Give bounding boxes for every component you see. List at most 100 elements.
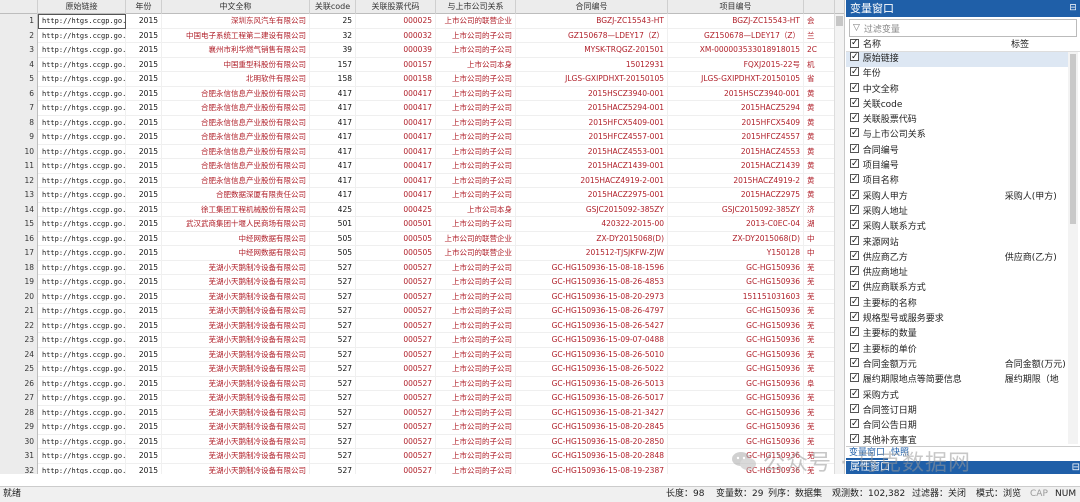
cell-name[interactable]: 芜湖小天鹅制冷设备有限公司: [162, 347, 310, 362]
cell-code[interactable]: 527: [310, 304, 356, 319]
cell-stock[interactable]: 000425: [356, 202, 436, 217]
cell-year[interactable]: 2015: [126, 130, 162, 145]
table-row[interactable]: 11 http://htgs.ccgp.go... 2015 合肥永信信息产业股份有限…: [0, 159, 844, 174]
cell-project[interactable]: GC-HG150936: [668, 304, 804, 319]
cell-url[interactable]: http://htgs.ccgp.go...: [38, 362, 126, 377]
variable-checkbox[interactable]: [850, 81, 859, 96]
cell-url[interactable]: http://htgs.ccgp.go...: [38, 391, 126, 406]
cell-name[interactable]: 芜湖小天鹅制冷设备有限公司: [162, 463, 310, 474]
data-grid[interactable]: 原始链接 年份 中文全称 关联code 关联股票代码 与上市公司关系 合同编号 …: [0, 0, 845, 474]
cell-stock[interactable]: 000527: [356, 318, 436, 333]
cell-code[interactable]: 157: [310, 57, 356, 72]
cell-contract[interactable]: GC-HG150936-15-08-26-4853: [516, 275, 668, 290]
table-row[interactable]: 16 http://htgs.ccgp.go... 2015 中经网数据有限公司 505…: [0, 231, 844, 246]
cell-year[interactable]: 2015: [126, 28, 162, 43]
variable-checkbox[interactable]: [850, 203, 859, 218]
cell-contract[interactable]: GC-HG150936-15-08-18-1596: [516, 260, 668, 275]
cell-stock[interactable]: 000417: [356, 173, 436, 188]
cell-extra[interactable]: 黄: [804, 144, 835, 159]
cell-relation[interactable]: 上市公司本身: [436, 57, 516, 72]
cell-extra[interactable]: 黄: [804, 173, 835, 188]
grid-scroll-thumb[interactable]: [836, 16, 843, 26]
variable-checkbox[interactable]: [850, 387, 859, 402]
cell-stock[interactable]: 000527: [356, 362, 436, 377]
variable-checkbox[interactable]: [850, 65, 859, 80]
cell-stock[interactable]: 000158: [356, 72, 436, 87]
cell-relation[interactable]: 上市公司的联营企业: [436, 231, 516, 246]
cell-name[interactable]: 中经网数据有限公司: [162, 246, 310, 261]
cell-year[interactable]: 2015: [126, 434, 162, 449]
variable-item[interactable]: 中文全称: [846, 81, 1068, 98]
cell-extra[interactable]: 芜: [804, 260, 835, 275]
cell-year[interactable]: 2015: [126, 304, 162, 319]
cell-project[interactable]: GC-HG150936: [668, 376, 804, 391]
cell-contract[interactable]: 2015HACZ2975-001: [516, 188, 668, 203]
cell-name[interactable]: 中国电子系统工程第二建设有限公司: [162, 28, 310, 43]
cell-relation[interactable]: 上市公司的子公司: [436, 463, 516, 474]
variable-scroll-thumb[interactable]: [1070, 54, 1076, 224]
table-row[interactable]: 17 http://htgs.ccgp.go... 2015 中经网数据有限公司 505…: [0, 246, 844, 261]
cell-relation[interactable]: 上市公司的子公司: [436, 72, 516, 87]
cell-url[interactable]: http://htgs.ccgp.go...: [38, 28, 126, 43]
variable-item[interactable]: 原始链接: [846, 52, 1068, 68]
cell-extra[interactable]: 机: [804, 57, 835, 72]
cell-contract[interactable]: 201512-TJSJKFW-ZJW: [516, 246, 668, 261]
cell-stock[interactable]: 000527: [356, 304, 436, 319]
cell-stock[interactable]: 000505: [356, 246, 436, 261]
cell-extra[interactable]: 黄: [804, 115, 835, 130]
cell-url[interactable]: http://htgs.ccgp.go...: [38, 289, 126, 304]
cell-extra[interactable]: 芜: [804, 289, 835, 304]
pin-icon[interactable]: ⊟: [1066, 0, 1080, 17]
cell-year[interactable]: 2015: [126, 260, 162, 275]
table-row[interactable]: 7 http://htgs.ccgp.go... 2015 合肥永信信息产业股份有限公…: [0, 101, 844, 116]
cell-contract[interactable]: GC-HG150936-15-08-21-3427: [516, 405, 668, 420]
cell-name[interactable]: 芜湖小天鹅制冷设备有限公司: [162, 376, 310, 391]
cell-extra[interactable]: 芜: [804, 347, 835, 362]
cell-code[interactable]: 505: [310, 231, 356, 246]
cell-code[interactable]: 39: [310, 43, 356, 58]
cell-name[interactable]: 芜湖小天鹅制冷设备有限公司: [162, 318, 310, 333]
cell-code[interactable]: 417: [310, 101, 356, 116]
variable-checkbox[interactable]: [850, 188, 859, 203]
table-row[interactable]: 23 http://htgs.ccgp.go... 2015 芜湖小天鹅制冷设备有限公…: [0, 333, 844, 348]
cell-extra[interactable]: 芜: [804, 420, 835, 435]
variable-checkbox[interactable]: [850, 172, 859, 187]
cell-contract[interactable]: GC-HG150936-15-09-07-0488: [516, 333, 668, 348]
cell-project[interactable]: GC-HG150936: [668, 318, 804, 333]
cell-url[interactable]: http://htgs.ccgp.go...: [38, 347, 126, 362]
cell-name[interactable]: 合肥永信信息产业股份有限公司: [162, 144, 310, 159]
table-row[interactable]: 21 http://htgs.ccgp.go... 2015 芜湖小天鹅制冷设备有限公…: [0, 304, 844, 319]
cell-relation[interactable]: 上市公司的子公司: [436, 86, 516, 101]
cell-stock[interactable]: 000527: [356, 420, 436, 435]
cell-project[interactable]: 151151031603: [668, 289, 804, 304]
cell-extra[interactable]: 济: [804, 202, 835, 217]
table-row[interactable]: 2 http://htgs.ccgp.go... 2015 中国电子系统工程第二建设有…: [0, 28, 844, 43]
table-row[interactable]: 14 http://htgs.ccgp.go... 2015 徐工集团工程机械股份有限…: [0, 202, 844, 217]
variable-item[interactable]: 采购人地址: [846, 203, 1068, 220]
table-row[interactable]: 24 http://htgs.ccgp.go... 2015 芜湖小天鹅制冷设备有限公…: [0, 347, 844, 362]
variable-item[interactable]: 项目名称: [846, 172, 1068, 189]
cell-year[interactable]: 2015: [126, 449, 162, 464]
cell-relation[interactable]: 上市公司的子公司: [436, 130, 516, 145]
col-header-year[interactable]: 年份: [126, 0, 162, 14]
variable-checkbox[interactable]: [850, 279, 859, 294]
cell-year[interactable]: 2015: [126, 333, 162, 348]
cell-extra[interactable]: 黄: [804, 130, 835, 145]
table-row[interactable]: 1 http://htgs.ccgp.go... 2015 深圳东风汽车有限公司 25 0…: [0, 14, 844, 29]
cell-code[interactable]: 417: [310, 173, 356, 188]
cell-relation[interactable]: 上市公司的子公司: [436, 391, 516, 406]
cell-name[interactable]: 中国重型科股份有限公司: [162, 57, 310, 72]
cell-relation[interactable]: 上市公司的子公司: [436, 43, 516, 58]
cell-code[interactable]: 417: [310, 130, 356, 145]
cell-url[interactable]: http://htgs.ccgp.go...: [38, 420, 126, 435]
cell-year[interactable]: 2015: [126, 43, 162, 58]
cell-year[interactable]: 2015: [126, 420, 162, 435]
cell-project[interactable]: Y150128: [668, 246, 804, 261]
variable-item[interactable]: 供应商乙方 供应商(乙方): [846, 249, 1068, 266]
cell-contract[interactable]: 15012931: [516, 57, 668, 72]
cell-code[interactable]: 527: [310, 362, 356, 377]
cell-url[interactable]: http://htgs.ccgp.go...: [38, 246, 126, 261]
cell-year[interactable]: 2015: [126, 347, 162, 362]
cell-year[interactable]: 2015: [126, 115, 162, 130]
cell-name[interactable]: 襄州市利华燃气销售有限公司: [162, 43, 310, 58]
